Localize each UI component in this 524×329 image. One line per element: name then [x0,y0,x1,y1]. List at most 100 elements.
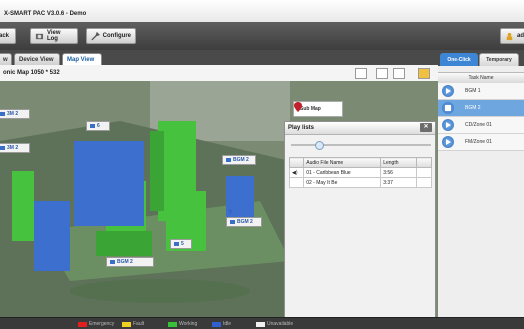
task-row-fm-zone-01[interactable]: FM/Zone 01 [438,134,524,151]
status-bar: Emergency Fault Working Idle Unavailable [0,317,524,329]
task-row-cd-zone-01[interactable]: CD/Zone 01 [438,117,524,134]
map-tool-icon[interactable] [393,68,405,79]
status-swatch [78,321,87,327]
task-name: BGM 2 [465,105,481,111]
speaker-icon [226,157,231,162]
title-bar: X-SMART PAC V3.0.6 - Demo [0,0,524,23]
playlist-panel: Play lists ✕ Audio File Name Length ◀) 0… [284,121,436,319]
toolbar: ack View Log Configure ad [0,22,524,51]
speaker-icon [110,259,115,264]
play-icon[interactable] [442,85,454,97]
map-label-text: BGM 2 [237,219,253,225]
legend-unavailable: Unavailable [256,321,293,327]
task-name: FM/Zone 01 [465,139,492,145]
slider-knob[interactable] [315,141,324,150]
task-row-bgm-1[interactable]: BGM 1 [438,83,524,100]
map-device-label[interactable]: 6 [86,121,110,131]
empty-cell [288,177,305,188]
tab-label: Temporary [486,57,512,63]
status-swatch [256,321,265,327]
task-row-bgm-2[interactable]: BGM 2 [438,100,524,117]
table-header-row: Audio File Name Length [288,157,432,168]
legend-label: Fault [133,321,145,327]
tab-device-view[interactable]: Device View [14,53,60,65]
map-device-label[interactable]: 7 [226,209,248,217]
play-icon[interactable] [442,136,454,148]
map-info-label: onic Map 1050 * 532 [3,70,60,76]
map-label-text: 3M 2 [7,145,19,151]
map-label-text: BGM 2 [117,259,133,265]
tab-label: Device View [19,56,54,63]
close-icon[interactable]: ✕ [420,123,432,132]
configure-label: Configure [102,33,131,39]
speaker-icon [0,145,5,150]
user-button[interactable]: ad [500,28,524,44]
map-device-label[interactable]: 3M 2 [0,109,30,119]
tab-label: w [3,56,8,63]
map-device-label[interactable]: 5 [170,239,192,249]
tab-temporary[interactable]: Temporary [479,53,519,66]
volume-slider[interactable] [291,141,431,150]
legend-label: Unavailable [267,321,294,327]
task-panel: One-Click Temporary Task Name BGM 1 BGM … [438,50,524,320]
map-device-label[interactable]: BGM 2 [226,217,262,227]
column-header: Length [380,157,418,168]
map-device-label[interactable]: BGM 2 [106,257,154,267]
task-name: CD/Zone 01 [465,122,492,128]
view-log-button[interactable]: View Log [30,28,78,44]
audio-file-name: 01 - Caribbean Blue [303,167,382,178]
legend-emergency: Emergency [78,321,114,327]
tab-previous[interactable]: w [0,53,12,65]
table-row[interactable]: 02 - May It Be 3:37 [288,177,432,188]
speaker-icon: ◀) [288,167,305,178]
empty-cell [416,177,432,188]
alert-icon[interactable] [418,68,430,79]
legend-label: Emergency [89,321,115,327]
column-header [288,157,305,168]
log-icon [35,33,44,39]
legend-fault: Fault [122,321,144,327]
map-tool-icon[interactable] [376,68,388,79]
legend-label: Idle [223,321,232,327]
task-name: BGM 1 [465,88,481,94]
status-swatch [212,321,221,327]
map-label-text: 5 [181,241,184,247]
back-label: ack [0,33,10,39]
table-row[interactable]: ◀) 01 - Caribbean Blue 3:56 [288,167,432,178]
tab-map-view[interactable]: Map View [62,53,102,65]
audio-length: 3:37 [380,177,418,188]
submap-button[interactable]: Sub Map [293,101,343,117]
empty-cell [416,167,432,178]
wrench-icon [91,31,100,40]
legend-idle: Idle [212,321,231,327]
back-button[interactable]: ack [0,28,16,44]
speaker-icon [174,241,179,246]
map-label-text: 7 [229,210,232,216]
column-header: Audio File Name [303,157,382,168]
map-label-text: 6 [97,123,100,129]
submap-label: Sub Map [300,106,321,112]
stop-icon[interactable] [442,102,454,114]
map-label-text: 3M 2 [7,111,19,117]
play-icon[interactable] [442,119,454,131]
map-tool-icon[interactable] [355,68,367,79]
speaker-icon [0,111,5,116]
column-header [416,157,432,168]
configure-button[interactable]: Configure [86,28,136,44]
map-device-label[interactable]: BGM 2 [222,155,256,165]
audio-file-name: 02 - May It Be [303,177,382,188]
tab-one-click[interactable]: One-Click [440,53,478,66]
task-tabs: One-Click Temporary [438,50,524,66]
audio-length: 3:56 [380,167,418,178]
tab-label: Map View [67,56,95,63]
app-title: X-SMART PAC V3.0.6 - Demo [4,11,87,17]
legend-working: Working [168,321,197,327]
status-swatch [168,321,177,327]
map-pin-icon [294,102,302,112]
playlist-header: Play lists ✕ [285,122,435,135]
speaker-icon [230,219,235,224]
view-log-label: View Log [46,30,61,42]
legend-label: Working [179,321,198,327]
map-device-label[interactable]: 3M 2 [0,143,30,153]
speaker-icon [90,123,95,128]
